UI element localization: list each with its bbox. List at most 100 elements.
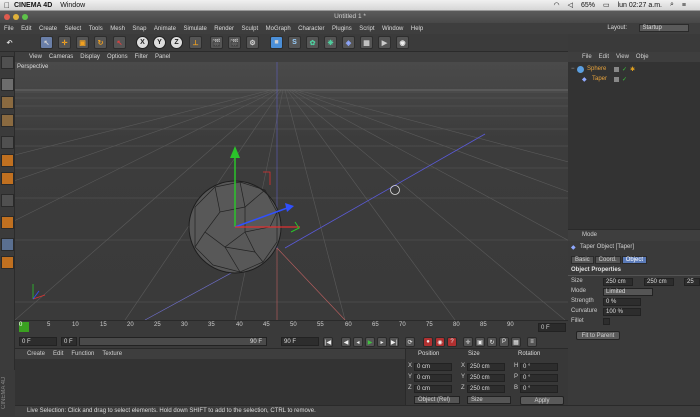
coords-apply-button[interactable]: Apply — [520, 396, 564, 405]
menu-animate[interactable]: Animate — [154, 26, 176, 32]
timeline-menu-icon[interactable]: ≡ — [527, 337, 537, 347]
pla-key-icon[interactable]: ▦ — [511, 337, 521, 347]
scale-icon[interactable]: ▣ — [76, 36, 89, 49]
rotation-key-icon[interactable]: ↻ — [487, 337, 497, 347]
menu-select[interactable]: Select — [65, 26, 82, 32]
object-row-taper[interactable]: ◆ Taper ✓ — [568, 76, 700, 85]
prev-key-icon[interactable]: ◀ — [341, 337, 351, 347]
tab-object[interactable]: Object — [621, 256, 648, 264]
collapse-icon[interactable]: − — [571, 66, 575, 72]
mode-dropdown[interactable]: Limited — [603, 288, 653, 296]
viewport-menu-view[interactable]: View — [29, 54, 42, 60]
max-frame-field[interactable]: 90 F — [281, 337, 319, 346]
x-axis-icon[interactable]: X — [136, 36, 149, 49]
coords-rot-h-field[interactable]: 0 ° — [520, 363, 558, 371]
menu-character[interactable]: Character — [298, 26, 324, 32]
volume-icon[interactable]: ◁ — [568, 1, 573, 9]
minimize-window-icon[interactable] — [13, 14, 19, 20]
coords-rot-p-field[interactable]: 0 ° — [520, 374, 558, 382]
render-picture-viewer-icon[interactable]: 🎬 — [228, 36, 241, 49]
spotlight-icon[interactable]: ⌕ — [670, 1, 674, 9]
menu-plugins[interactable]: Plugins — [332, 26, 352, 32]
clock[interactable]: lun 02:27 a.m. — [618, 2, 662, 9]
timeline-ruler[interactable]: 0 5 10 15 20 25 30 35 40 45 50 55 60 65 … — [15, 320, 568, 334]
menu-render[interactable]: Render — [214, 26, 234, 32]
texture-mode-icon[interactable] — [1, 96, 14, 109]
keyframe-selection-icon[interactable]: ? — [447, 337, 457, 347]
move-icon[interactable]: ✛ — [58, 36, 71, 49]
viewport-menu-cameras[interactable]: Cameras — [49, 54, 73, 60]
tab-basic[interactable]: Basic — [571, 256, 594, 264]
undo-icon[interactable]: ↶ — [3, 36, 16, 49]
coords-size-z-field[interactable]: 250 cm — [467, 385, 505, 393]
position-key-icon[interactable]: ✛ — [463, 337, 473, 347]
curvature-field[interactable]: 100 % — [603, 308, 641, 316]
coordinate-system-icon[interactable]: ⊥ — [189, 36, 202, 49]
coords-pos-x-field[interactable]: 0 cm — [414, 363, 452, 371]
viewport-menu-filter[interactable]: Filter — [135, 54, 148, 60]
size-y-field[interactable]: 250 cm — [644, 278, 674, 286]
traffic-lights[interactable] — [4, 14, 28, 20]
material-menu-edit[interactable]: Edit — [53, 351, 63, 357]
coords-rot-b-field[interactable]: 0 ° — [520, 385, 558, 393]
visible-check-icon[interactable]: ✓ — [622, 66, 627, 73]
scene-floor-icon[interactable]: ▦ — [360, 36, 373, 49]
menu-tools[interactable]: Tools — [89, 26, 103, 32]
parameter-key-icon[interactable]: P — [499, 337, 509, 347]
render-settings-icon[interactable]: ⚙ — [246, 36, 259, 49]
viewport-scene[interactable] — [15, 62, 568, 320]
menu-script[interactable]: Script — [359, 26, 374, 32]
mac-menu-window[interactable]: Window — [60, 2, 85, 9]
step-back-icon[interactable]: ◂ — [353, 337, 363, 347]
object-menu-file[interactable]: File — [582, 54, 592, 60]
subdivision-surface-icon[interactable]: ✿ — [306, 36, 319, 49]
viewport-menu-panel[interactable]: Panel — [155, 54, 170, 60]
light-icon[interactable]: ◉ — [396, 36, 409, 49]
play-icon[interactable]: ▶ — [365, 337, 375, 347]
deformer-icon[interactable]: ◈ — [342, 36, 355, 49]
tweak-mode-icon[interactable] — [1, 216, 14, 229]
material-menu-create[interactable]: Create — [27, 351, 45, 357]
tab-coord[interactable]: Coord. — [594, 256, 621, 264]
close-window-icon[interactable] — [4, 14, 10, 20]
workplane-icon[interactable] — [1, 256, 14, 269]
goto-start-icon[interactable]: |◀ — [323, 337, 333, 347]
object-menu-edit[interactable]: Edit — [599, 54, 609, 60]
menu-mesh[interactable]: Mesh — [110, 26, 125, 32]
spline-pen-icon[interactable]: S — [288, 36, 301, 49]
mac-app-name[interactable]: CINEMA 4D — [14, 2, 52, 9]
points-mode-icon[interactable] — [1, 136, 14, 149]
attribute-menu-mode[interactable]: Mode — [582, 232, 597, 238]
strength-field[interactable]: 0 % — [603, 298, 641, 306]
material-menu-function[interactable]: Function — [71, 351, 94, 357]
perspective-viewport[interactable]: Perspective — [15, 62, 568, 320]
object-name[interactable]: Taper — [592, 76, 607, 82]
menu-sculpt[interactable]: Sculpt — [241, 26, 258, 32]
menu-simulate[interactable]: Simulate — [183, 26, 206, 32]
battery-percent[interactable]: 65% — [581, 2, 595, 9]
loop-icon[interactable]: ⟳ — [405, 337, 415, 347]
object-menu-view[interactable]: View — [616, 54, 629, 60]
gizmo-z-arrow[interactable] — [285, 203, 294, 212]
y-axis-icon[interactable]: Y — [153, 36, 166, 49]
record-icon[interactable]: ● — [423, 337, 433, 347]
fillet-checkbox[interactable] — [603, 318, 610, 325]
menu-mograph[interactable]: MoGraph — [266, 26, 291, 32]
layer-icon[interactable] — [614, 77, 619, 82]
render-view-icon[interactable]: 🎬 — [210, 36, 223, 49]
coords-pos-z-field[interactable]: 0 cm — [414, 385, 452, 393]
object-menu-objects[interactable]: Obje — [636, 54, 649, 60]
fit-to-parent-button[interactable]: Fit to Parent — [576, 331, 620, 340]
make-editable-icon[interactable] — [1, 56, 14, 69]
workplane-mode-icon[interactable] — [1, 114, 14, 127]
menu-snap[interactable]: Snap — [132, 26, 146, 32]
layer-icon[interactable] — [614, 67, 619, 72]
visible-check-icon[interactable]: ✓ — [622, 76, 627, 83]
rotate-icon[interactable]: ↻ — [94, 36, 107, 49]
autokey-icon[interactable]: ◉ — [435, 337, 445, 347]
coords-size-mode-dropdown[interactable]: Size — [467, 396, 511, 404]
model-mode-icon[interactable] — [1, 78, 14, 91]
coords-pos-y-field[interactable]: 0 cm — [414, 374, 452, 382]
gizmo-y-arrow[interactable] — [230, 146, 240, 158]
camera-icon[interactable]: ▶ — [378, 36, 391, 49]
